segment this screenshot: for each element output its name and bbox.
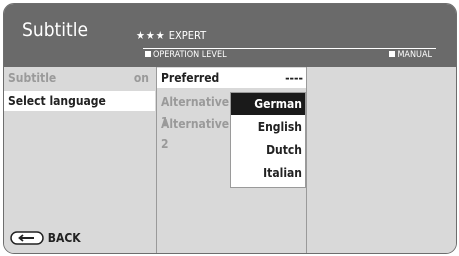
back-button[interactable]: BACK (10, 230, 81, 246)
main-menu-column: Subtitle on Select language BACK (4, 67, 155, 253)
menu-item-label: Subtitle (8, 71, 57, 85)
submenu-item-label: Preferred (161, 71, 220, 85)
square-icon (389, 50, 396, 57)
submenu-item-value: ---- (285, 71, 303, 85)
detail-column (307, 67, 456, 253)
mode-label: MANUAL (397, 50, 432, 60)
language-option-italian[interactable]: Italian (231, 162, 305, 184)
square-icon (145, 50, 151, 57)
tv-menu-window: Subtitle ★★★ EXPERT OPERATION LEVEL MANU… (3, 3, 457, 254)
language-dropdown: German English Dutch Italian (230, 92, 306, 188)
submenu-item-alternative-2[interactable]: Alternative 2 (157, 114, 229, 151)
language-option-dutch[interactable]: Dutch (231, 139, 305, 161)
menu-header: Subtitle ★★★ EXPERT OPERATION LEVEL MANU… (4, 4, 456, 67)
back-key-icon (10, 230, 44, 245)
mode-label-wrap: MANUAL (389, 49, 432, 61)
level-name: EXPERT (168, 29, 207, 42)
submenu-column: Preferred ---- Alternative 1 Alternative… (156, 67, 307, 253)
menu-item-value: on (133, 71, 149, 85)
operation-level-label: OPERATION LEVEL (153, 50, 227, 60)
operation-level-bar: OPERATION LEVEL MANUAL (143, 48, 436, 61)
submenu-item-preferred[interactable]: Preferred ---- (157, 68, 306, 88)
language-option-german[interactable]: German (231, 93, 305, 115)
menu-item-subtitle[interactable]: Subtitle on (4, 68, 155, 88)
language-option-english[interactable]: English (231, 116, 305, 138)
language-option-label: English (257, 120, 302, 134)
back-label: BACK (47, 231, 81, 245)
language-option-label: Dutch (266, 143, 302, 157)
star-rating-icon: ★★★ (136, 29, 166, 42)
language-option-label: German (254, 97, 302, 111)
language-option-label: Italian (263, 166, 302, 180)
submenu-item-alternative-1[interactable]: Alternative 1 (157, 92, 229, 129)
menu-item-label: Select language (8, 94, 106, 108)
operation-level-indicator: ★★★ EXPERT (136, 29, 206, 42)
operation-level-label-wrap: OPERATION LEVEL (145, 49, 227, 61)
submenu-item-label: Alternative 2 (161, 117, 230, 151)
page-title: Subtitle (22, 19, 88, 41)
menu-item-select-language[interactable]: Select language (4, 91, 155, 111)
